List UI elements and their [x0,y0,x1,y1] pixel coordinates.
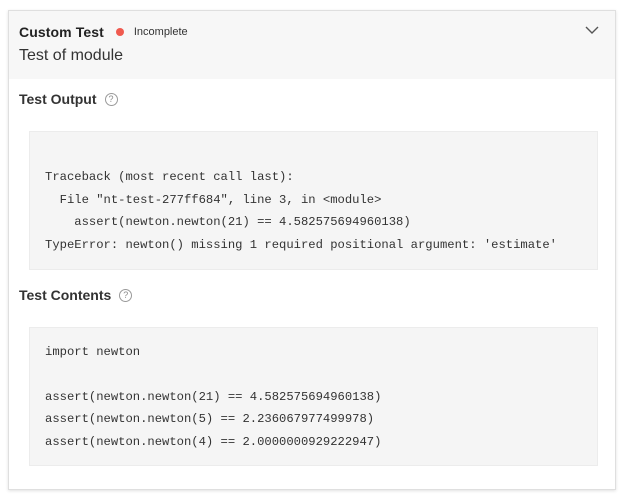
title-row: Custom Test Incomplete [19,22,188,42]
output-line: TypeError: newton() missing 1 required p… [45,238,557,252]
test-card-header[interactable]: Custom Test Incomplete Test of module [9,11,615,79]
contents-line: assert(newton.newton(5) == 2.23606797749… [45,412,375,426]
help-circle-icon[interactable]: ? [119,288,133,302]
status-dot-icon [115,28,124,36]
contents-line: assert(newton.newton(21) == 4.5825756949… [45,390,382,404]
help-circle-icon[interactable]: ? [104,92,118,106]
test-description: Test of module [19,47,124,64]
output-line: assert(newton.newton(21) == 4.5825756949… [45,215,411,229]
test-output-box: Traceback (most recent call last): File … [29,131,598,270]
chevron-down-icon[interactable] [585,25,599,35]
status-badge: Incomplete [133,26,188,38]
test-output-heading: Test Output [19,91,97,107]
output-line: Traceback (most recent call last): [45,170,294,184]
test-contents-box: import newton assert(newton.newton(21) =… [29,327,598,466]
test-contents-heading-row: Test Contents ? [19,285,133,305]
test-card: Custom Test Incomplete Test of module Te… [8,10,616,490]
contents-line: import newton [45,345,141,359]
contents-line: assert(newton.newton(4) == 2.00000009292… [45,435,382,449]
test-name: Custom Test [19,24,104,40]
test-contents-heading: Test Contents [19,287,112,303]
test-output-heading-row: Test Output ? [19,89,118,109]
output-line: File "nt-test-277ff684", line 3, in <mod… [45,193,382,207]
